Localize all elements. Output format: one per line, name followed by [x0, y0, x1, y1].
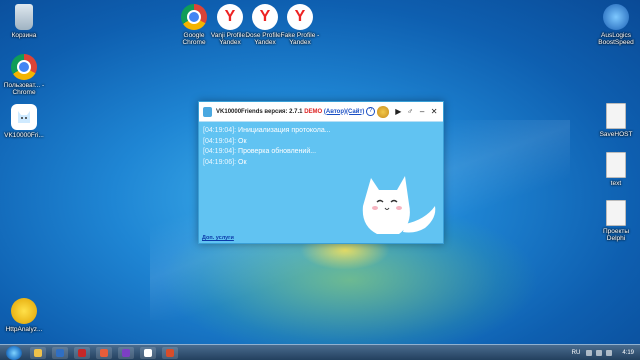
file-icon [606, 200, 626, 226]
log-time: [04:19:04]: [203, 137, 237, 145]
desktop-icon-fake-profile[interactable]: Y Fake Profile - Yandex [278, 4, 322, 46]
taskbar-item-app[interactable] [118, 346, 134, 359]
taskbar-item-explorer[interactable] [30, 346, 46, 359]
desktop-icon-delphi-projects[interactable]: Проекты Delphi [594, 200, 638, 242]
https-analyzer-icon [11, 298, 37, 324]
window-titlebar[interactable]: VK10000Friends версия: 2.7.1 DEMO (Автор… [199, 102, 443, 122]
clock[interactable]: 4:19 [622, 350, 634, 356]
taskbar: RU 4:19 [0, 344, 640, 360]
tray-icon[interactable] [606, 349, 613, 356]
log-line: [04:19:04]: Инициализация протокола... [203, 126, 331, 137]
log-text: Проверка обновлений... [238, 148, 317, 155]
log-text: Инициализация протокола... [238, 127, 331, 134]
site-link[interactable]: (Сайт) [346, 109, 364, 115]
desktop-icon-label: Fake Profile - Yandex [280, 32, 320, 46]
file-icon [606, 152, 626, 178]
desktop-icon-boostspeed[interactable]: AusLogics BoostSpeed [594, 4, 638, 46]
yandex-icon: Y [252, 4, 278, 30]
desktop-icon-text[interactable]: text [594, 152, 638, 187]
recycle-bin-icon [15, 4, 33, 30]
close-button[interactable]: ✕ [429, 106, 439, 117]
system-tray: RU 4:19 [572, 349, 640, 356]
title-demo-badge: DEMO [304, 108, 323, 115]
desktop-icon-label: Корзина [11, 32, 37, 39]
desktop-icon-label: Проекты Delphi [602, 228, 630, 242]
play-icon[interactable]: ▶ [393, 106, 403, 117]
taskbar-item-app[interactable] [140, 346, 156, 359]
log-line: [04:19:04]: Ок [203, 137, 331, 148]
help-icon[interactable]: ? [366, 107, 375, 116]
app-icon [203, 106, 213, 117]
app-icon [166, 348, 174, 357]
desktop-icon-label: SaveHOST [599, 131, 633, 138]
boostspeed-icon [603, 4, 629, 30]
taskbar-item-app[interactable] [74, 346, 90, 359]
mascot-icon[interactable] [376, 105, 390, 118]
log-panel: [04:19:04]: Инициализация протокола... [… [203, 126, 331, 168]
yandex-icon: Y [217, 4, 243, 30]
folder-icon [34, 348, 42, 357]
author-link[interactable]: (Автор) [324, 109, 346, 115]
desktop-icon-label: AusLogics BoostSpeed [598, 32, 634, 46]
vk10000friends-window[interactable]: VK10000Friends версия: 2.7.1 DEMO (Автор… [198, 101, 444, 244]
cat-mascot-illustration [362, 176, 436, 234]
desktop-icon-httpanalyzer[interactable]: HttpAnalyz... [2, 298, 46, 333]
app-icon [122, 348, 130, 357]
log-text: Ок [238, 158, 247, 166]
tray-icon[interactable] [596, 349, 603, 356]
extra-services-link[interactable]: Доп. услуги [202, 235, 234, 241]
tray-icon[interactable] [586, 349, 593, 356]
title-version: VK10000Friends версия: 2.7.1 [216, 108, 303, 115]
app-icon [100, 348, 108, 357]
language-indicator[interactable]: RU [572, 350, 581, 356]
file-icon [606, 103, 626, 129]
desktop-icon-vk10000friends[interactable]: VK10000Fri... [2, 104, 46, 139]
desktop-icon-recycle-bin[interactable]: Корзина [2, 4, 46, 39]
settings-icon[interactable]: ♂ [405, 106, 415, 117]
log-time: [04:19:06]: [203, 158, 237, 166]
log-time: [04:19:04]: [203, 127, 237, 134]
log-line: [04:19:06]: Ок [203, 158, 331, 169]
log-line: [04:19:04]: Проверка обновлений... [203, 147, 331, 158]
window-title: VK10000Friends версия: 2.7.1 DEMO (Автор… [216, 109, 364, 115]
app-icon [144, 348, 152, 357]
log-time: [04:19:04]: [203, 148, 237, 155]
desktop-icon-savehost[interactable]: SaveHOST [594, 103, 638, 138]
desktop-icon-label: Пользоват... - Chrome [3, 82, 45, 96]
taskbar-item-app[interactable] [96, 346, 112, 359]
desktop-icon-chrome-user[interactable]: Пользоват... - Chrome [2, 54, 46, 96]
desktop-icon-label: text [610, 180, 622, 187]
chrome-icon [11, 54, 37, 80]
app-icon [56, 348, 64, 357]
chrome-icon [181, 4, 207, 30]
cat-icon [11, 104, 37, 130]
log-text: Ок [238, 137, 247, 145]
desktop-icon-label: HttpAnalyz... [5, 326, 43, 333]
taskbar-item-app[interactable] [162, 346, 178, 359]
taskbar-item-app[interactable] [52, 346, 68, 359]
yandex-icon: Y [287, 4, 313, 30]
desktop-icon-label: VK10000Fri... [4, 132, 44, 139]
minimize-button[interactable]: – [417, 106, 427, 117]
start-button[interactable] [6, 345, 22, 360]
app-icon [78, 348, 86, 357]
